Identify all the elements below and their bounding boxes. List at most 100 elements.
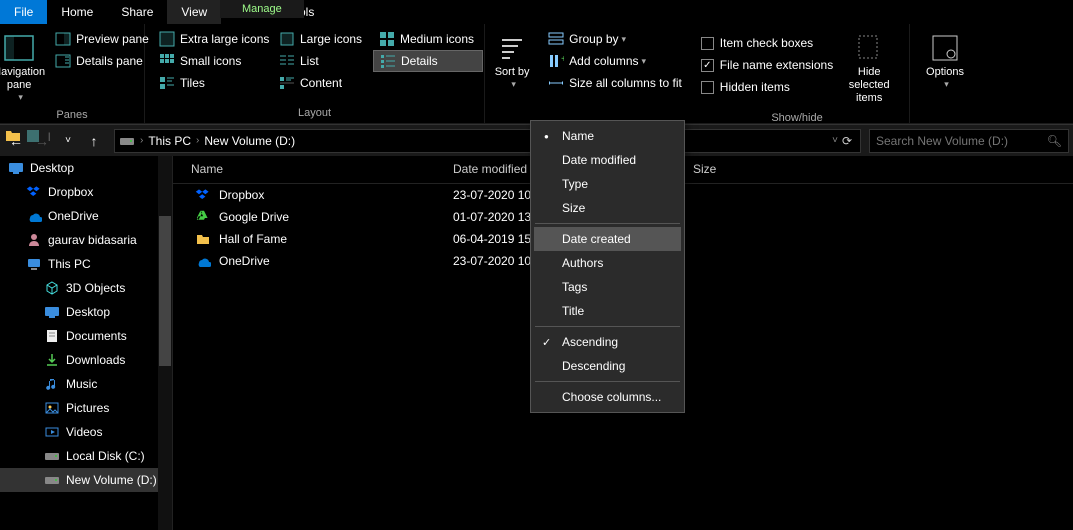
layout-content[interactable]: Content — [273, 72, 373, 94]
sort-menu-date-modified[interactable]: Date modified — [534, 148, 681, 172]
properties-icon[interactable] — [24, 127, 42, 145]
tree-item[interactable]: Local Disk (C:) — [0, 444, 172, 468]
column-header-name[interactable]: Name — [173, 156, 443, 183]
drive-icon — [119, 133, 135, 149]
tree-item[interactable]: Dropbox — [0, 180, 172, 204]
qat-sep: | — [44, 131, 54, 141]
options-label: Options — [926, 66, 964, 79]
chevron-down-icon: ▾ — [511, 79, 516, 90]
search-icon[interactable]: 🔍︎ — [1047, 134, 1062, 148]
layout-list[interactable]: List — [273, 50, 373, 72]
layout-medium[interactable]: Medium icons — [373, 28, 483, 50]
file-icon — [195, 231, 211, 247]
menu-separator — [535, 326, 680, 327]
details-pane-button[interactable]: Details pane — [49, 50, 155, 72]
file-name-label: OneDrive — [219, 254, 270, 268]
layout-small[interactable]: Small icons — [153, 50, 273, 72]
tree-item-label: OneDrive — [48, 209, 99, 223]
group-by-button[interactable]: Group by▾ — [542, 28, 688, 50]
sort-menu-choose-columns-label: Choose columns... — [562, 390, 661, 404]
column-header-size[interactable]: Size — [683, 156, 763, 183]
address-dropdown-icon[interactable]: ˅ — [832, 135, 838, 146]
tree-item[interactable]: Music — [0, 372, 172, 396]
hidden-items-label: Hidden items — [720, 80, 790, 94]
layout-extra-large-label: Extra large icons — [180, 32, 269, 46]
sort-menu-type[interactable]: Type — [534, 172, 681, 196]
sort-menu-title-label: Title — [562, 304, 584, 318]
ribbon-group-options-label — [943, 105, 946, 121]
sort-menu-descending-label: Descending — [562, 359, 625, 373]
extra-large-icon — [159, 31, 175, 47]
file-name-extensions-toggle[interactable]: File name extensions — [695, 54, 839, 76]
tree-item-label: Desktop — [30, 161, 74, 175]
list-icon — [279, 53, 295, 69]
layout-tiles[interactable]: Tiles — [153, 72, 273, 94]
sort-menu-tags[interactable]: Tags — [534, 275, 681, 299]
tree-item-icon — [26, 232, 42, 248]
tree-item-label: Pictures — [66, 401, 109, 415]
tree-item[interactable]: New Volume (D:) — [0, 468, 172, 492]
sort-menu-descending[interactable]: Descending — [534, 354, 681, 378]
tree-item-icon — [44, 448, 60, 464]
hide-selected-items-button[interactable]: Hide selected items — [839, 28, 899, 110]
breadcrumb-volume[interactable]: New Volume (D:) — [204, 134, 295, 148]
tree-item-icon — [44, 376, 60, 392]
sidebar-scrollbar[interactable] — [158, 156, 172, 530]
refresh-button[interactable]: ⟳ — [842, 134, 852, 148]
preview-pane-button[interactable]: Preview pane — [49, 28, 155, 50]
tree-item[interactable]: Desktop — [0, 300, 172, 324]
sort-menu-authors-label: Authors — [562, 256, 603, 270]
tree-item[interactable]: Desktop — [0, 156, 172, 180]
sort-menu-name[interactable]: ●Name — [534, 124, 681, 148]
chevron-right-icon[interactable]: › — [135, 135, 148, 146]
sort-menu-ascending[interactable]: ✓Ascending — [534, 330, 681, 354]
sort-by-button[interactable]: Sort by▾ — [482, 28, 542, 94]
search-input[interactable] — [876, 134, 1047, 148]
tree-item[interactable]: Downloads — [0, 348, 172, 372]
up-button[interactable]: ↑ — [82, 129, 106, 153]
tab-home-label: Home — [61, 5, 93, 19]
recent-locations-button[interactable]: ˅ — [56, 129, 80, 153]
layout-extra-large[interactable]: Extra large icons — [153, 28, 273, 50]
tab-file[interactable]: File — [0, 0, 47, 24]
size-all-columns-button[interactable]: Size all columns to fit — [542, 72, 688, 94]
layout-large[interactable]: Large icons — [273, 28, 373, 50]
tree-item[interactable]: gaurav bidasaria — [0, 228, 172, 252]
size-columns-icon — [548, 75, 564, 91]
hidden-items-toggle[interactable]: Hidden items — [695, 76, 839, 98]
sort-menu-date-created[interactable]: Date created — [534, 227, 681, 251]
tree-item[interactable]: OneDrive — [0, 204, 172, 228]
options-button[interactable]: Options▾ — [915, 28, 975, 94]
tab-view[interactable]: View — [167, 0, 221, 24]
search-box[interactable]: 🔍︎ — [869, 129, 1069, 153]
navigation-pane-button[interactable]: Navigation pane▾ — [0, 28, 49, 107]
chevron-right-icon[interactable]: › — [191, 135, 204, 146]
sort-menu-authors[interactable]: Authors — [534, 251, 681, 275]
item-check-boxes-toggle[interactable]: Item check boxes — [695, 32, 839, 54]
tree-item[interactable]: 3D Objects — [0, 276, 172, 300]
add-columns-button[interactable]: +Add columns▾ — [542, 50, 688, 72]
tab-home[interactable]: Home — [47, 0, 107, 24]
ribbon-group-show-hide-label: Show/hide — [771, 110, 822, 126]
layout-small-label: Small icons — [180, 54, 241, 68]
folder-icon[interactable] — [4, 127, 22, 145]
navigation-pane-label: Navigation pane — [0, 66, 47, 92]
layout-details-label: Details — [401, 54, 438, 68]
address-bar[interactable]: › This PC › New Volume (D:) ˅ ⟳ — [114, 129, 861, 153]
tree-item[interactable]: This PC — [0, 252, 172, 276]
tree-item[interactable]: Documents — [0, 324, 172, 348]
tree-item-label: Local Disk (C:) — [66, 449, 145, 463]
svg-text:+: + — [561, 54, 564, 65]
sort-menu-choose-columns[interactable]: Choose columns... — [534, 385, 681, 409]
sort-menu-size[interactable]: Size — [534, 196, 681, 220]
sort-menu-tags-label: Tags — [562, 280, 587, 294]
layout-details[interactable]: Details — [373, 50, 483, 72]
tree-item[interactable]: Pictures — [0, 396, 172, 420]
scrollbar-thumb[interactable] — [159, 216, 171, 366]
options-icon — [929, 32, 961, 64]
tab-share[interactable]: Share — [107, 0, 167, 24]
breadcrumb-this-pc[interactable]: This PC — [148, 134, 191, 148]
tree-item[interactable]: Videos — [0, 420, 172, 444]
tree-item-icon — [26, 184, 42, 200]
sort-menu-title[interactable]: Title — [534, 299, 681, 323]
